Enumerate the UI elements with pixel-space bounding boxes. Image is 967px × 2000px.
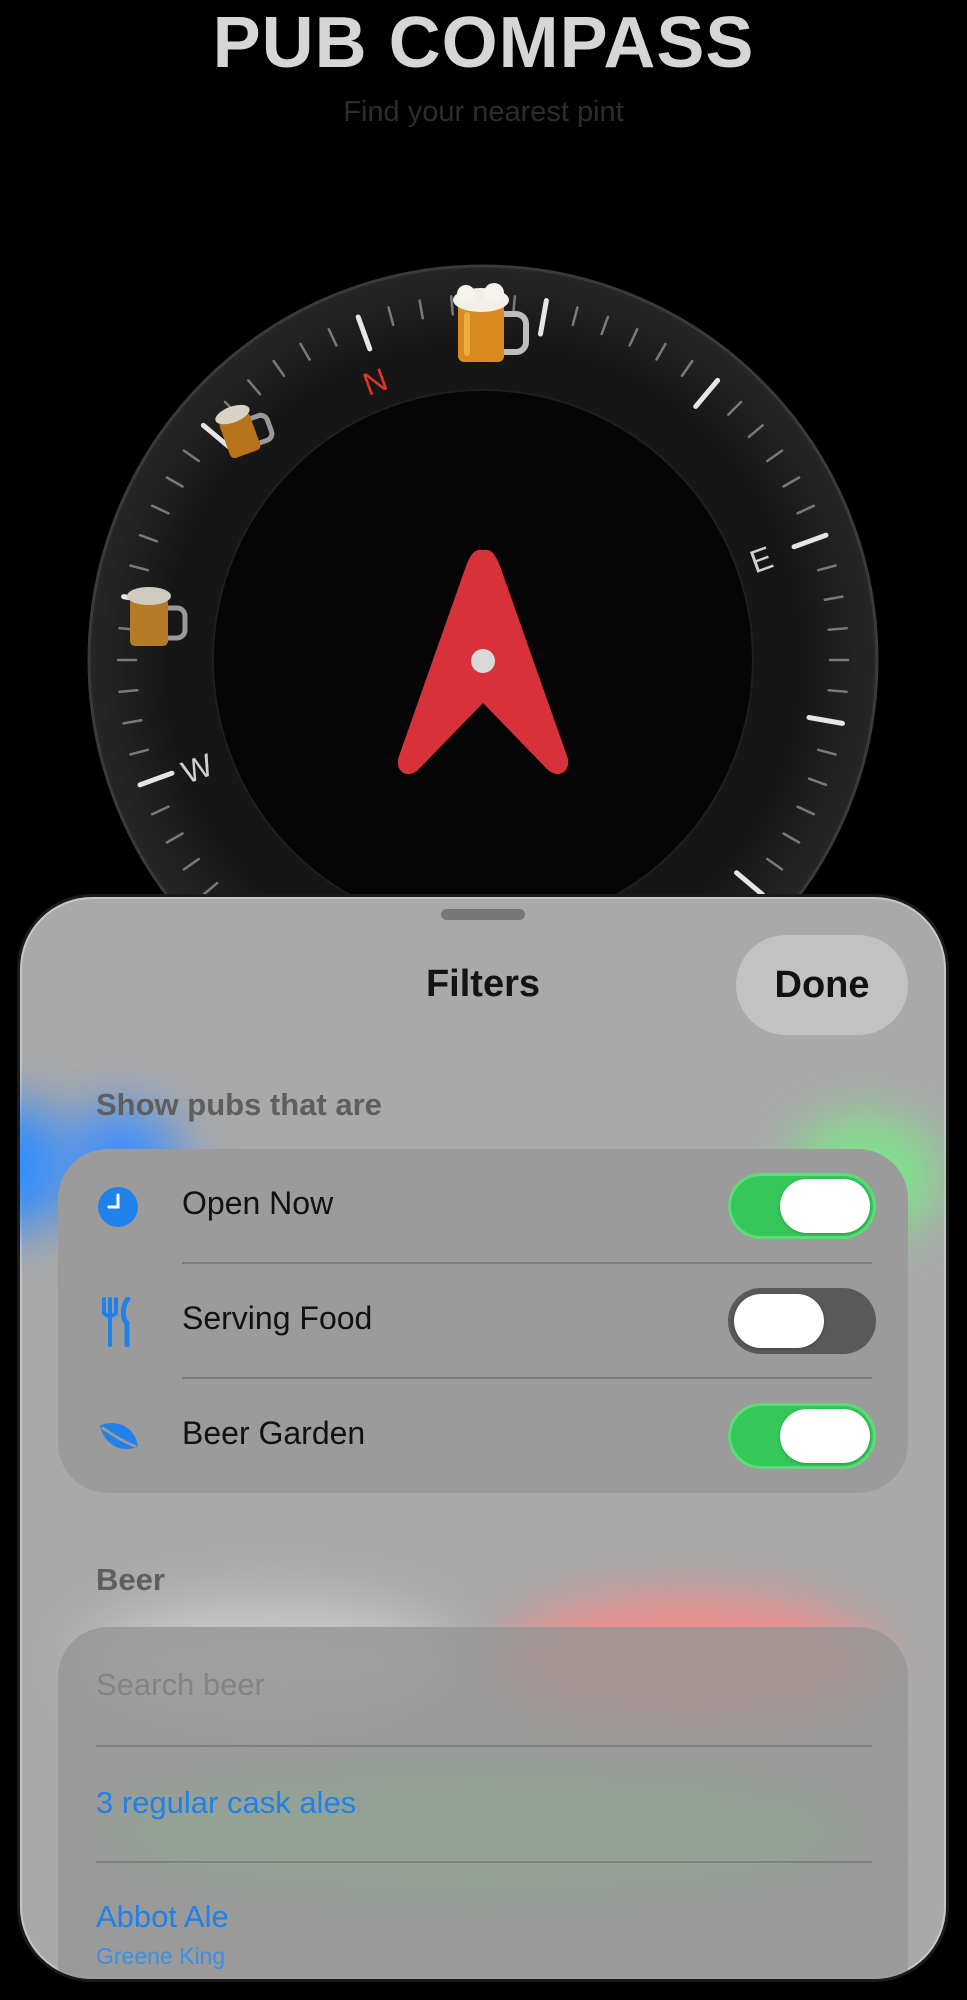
filter-label: Beer Garden: [182, 1415, 366, 1451]
fork-knife-icon: [96, 1297, 140, 1347]
filter-row-open-now[interactable]: Open Now: [58, 1149, 908, 1263]
beer-search-input[interactable]: Search beer: [96, 1667, 265, 1703]
filter-row-serving-food[interactable]: Serving Food: [58, 1264, 908, 1378]
toggle-knob: [780, 1179, 870, 1233]
compass-dial: N E W: [87, 264, 879, 1000]
toggle-knob: [780, 1409, 870, 1463]
section-header-show: Show pubs that are: [96, 1087, 382, 1122]
done-button[interactable]: Done: [736, 935, 908, 1035]
filter-options-group: Open Now Serving Food Beer Garden: [58, 1149, 908, 1493]
toggle-knob: [734, 1294, 824, 1348]
needle-pivot: [471, 649, 495, 673]
section-header-beer: Beer: [96, 1562, 165, 1597]
beer-group: Search beer 3 regular cask ales Abbot Al…: [58, 1627, 908, 1979]
beer-search-field[interactable]: Search beer: [58, 1627, 908, 1745]
beer-brewery: Greene King: [96, 1943, 226, 1969]
filter-label: Open Now: [182, 1185, 334, 1221]
minor-tick: [118, 688, 139, 694]
beer-garden-toggle[interactable]: [728, 1403, 876, 1469]
open-now-toggle[interactable]: [728, 1173, 876, 1239]
cask-ales-row[interactable]: 3 regular cask ales: [58, 1747, 908, 1861]
clock-icon: [96, 1185, 140, 1229]
beer-name[interactable]: Abbot Ale: [96, 1899, 229, 1935]
filters-sheet: Filters Done Show pubs that are Open Now…: [20, 897, 946, 1979]
filter-row-beer-garden[interactable]: Beer Garden: [58, 1379, 908, 1493]
beer-item[interactable]: Abbot Ale Greene King: [58, 1863, 908, 1979]
leaf-icon: [96, 1415, 140, 1459]
minor-tick: [449, 295, 455, 316]
sheet-grabber[interactable]: [441, 909, 525, 920]
minor-tick: [827, 688, 848, 694]
minor-tick: [827, 626, 848, 632]
filter-label: Serving Food: [182, 1300, 373, 1336]
cask-ales-link[interactable]: 3 regular cask ales: [96, 1785, 356, 1821]
serving-food-toggle[interactable]: [728, 1288, 876, 1354]
